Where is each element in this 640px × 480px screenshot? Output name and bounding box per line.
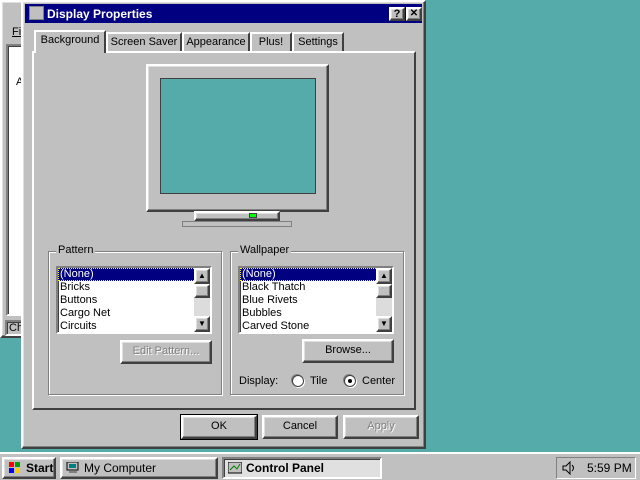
list-item[interactable]: Bubbles <box>240 307 392 320</box>
pattern-scrollbar[interactable]: ▲ ▼ <box>194 268 210 332</box>
wallpaper-listbox[interactable]: (None) Black Thatch Blue Rivets Bubbles … <box>238 266 394 334</box>
clock[interactable]: 5:59 PM <box>587 461 632 475</box>
tab-settings[interactable]: Settings <box>292 32 344 52</box>
cancel-button[interactable]: Cancel <box>262 415 338 439</box>
center-radio[interactable] <box>344 375 356 387</box>
apply-button[interactable]: Apply <box>343 415 419 439</box>
wallpaper-group-label: Wallpaper <box>238 244 292 256</box>
close-button[interactable]: ✕ <box>406 7 422 21</box>
system-tray: 5:59 PM <box>556 457 636 479</box>
radio-selected-dot <box>348 379 352 383</box>
title-bar[interactable]: Display Properties ? ✕ <box>25 4 422 23</box>
task-my-computer[interactable]: My Computer <box>60 457 218 479</box>
dialog-title: Display Properties <box>29 6 152 21</box>
list-item[interactable]: (None) <box>240 268 392 281</box>
tab-plus[interactable]: Plus! <box>250 32 292 52</box>
start-label: Start <box>26 461 54 475</box>
wallpaper-scrollbar[interactable]: ▲ ▼ <box>376 268 392 332</box>
pattern-group: Pattern (None) Bricks Buttons Cargo Net … <box>48 244 222 395</box>
tile-radio[interactable] <box>292 375 304 387</box>
wallpaper-group: Wallpaper (None) Black Thatch Blue Rivet… <box>230 244 404 395</box>
control-panel-icon <box>228 462 242 474</box>
scroll-up-arrow-icon[interactable]: ▲ <box>376 268 392 284</box>
task-control-panel[interactable]: Control Panel <box>222 457 382 479</box>
list-item[interactable]: Black Thatch <box>240 281 392 294</box>
tab-appearance[interactable]: Appearance <box>182 32 250 52</box>
display-properties-dialog: Display Properties ? ✕ Background Screen… <box>21 0 426 449</box>
list-item[interactable]: (None) <box>58 268 210 281</box>
tab-background[interactable]: Background <box>34 30 106 53</box>
list-item[interactable]: Buttons <box>58 294 210 307</box>
scroll-thumb[interactable] <box>194 284 210 298</box>
monitor-screen-preview <box>160 78 316 194</box>
list-item[interactable]: Blue Rivets <box>240 294 392 307</box>
list-item[interactable]: Carved Stone <box>240 320 392 332</box>
scroll-down-arrow-icon[interactable]: ▼ <box>194 316 210 332</box>
pattern-group-label: Pattern <box>56 244 96 256</box>
list-item[interactable]: Circuits <box>58 320 210 332</box>
edit-pattern-button[interactable]: Edit Pattern... <box>120 340 212 364</box>
tab-screen-saver[interactable]: Screen Saver <box>106 32 182 52</box>
monitor-stand <box>194 211 280 221</box>
browse-button[interactable]: Browse... <box>302 339 394 363</box>
task-label: Control Panel <box>246 461 325 475</box>
tile-label[interactable]: Tile <box>310 375 327 387</box>
list-item[interactable]: Bricks <box>58 281 210 294</box>
display-label: Display: <box>239 375 279 387</box>
scroll-down-arrow-icon[interactable]: ▼ <box>376 316 392 332</box>
monitor-base <box>182 221 292 227</box>
list-item[interactable]: Cargo Net <box>58 307 210 320</box>
scroll-thumb[interactable] <box>376 284 392 298</box>
task-label: My Computer <box>84 461 157 475</box>
start-button[interactable]: Start <box>2 457 56 479</box>
my-computer-icon <box>66 462 79 473</box>
pattern-listbox[interactable]: (None) Bricks Buttons Cargo Net Circuits… <box>56 266 212 334</box>
windows-logo-icon <box>9 462 20 473</box>
tab-panel-background: Pattern (None) Bricks Buttons Cargo Net … <box>32 51 416 410</box>
ok-button[interactable]: OK <box>180 414 258 440</box>
display-icon <box>29 6 44 20</box>
scroll-up-arrow-icon[interactable]: ▲ <box>194 268 210 284</box>
help-button[interactable]: ? <box>389 7 405 21</box>
taskbar: Start My Computer Control Panel 5:59 PM <box>0 452 640 480</box>
monitor-led <box>249 213 257 218</box>
center-label[interactable]: Center <box>362 375 395 387</box>
volume-icon[interactable] <box>561 461 577 475</box>
